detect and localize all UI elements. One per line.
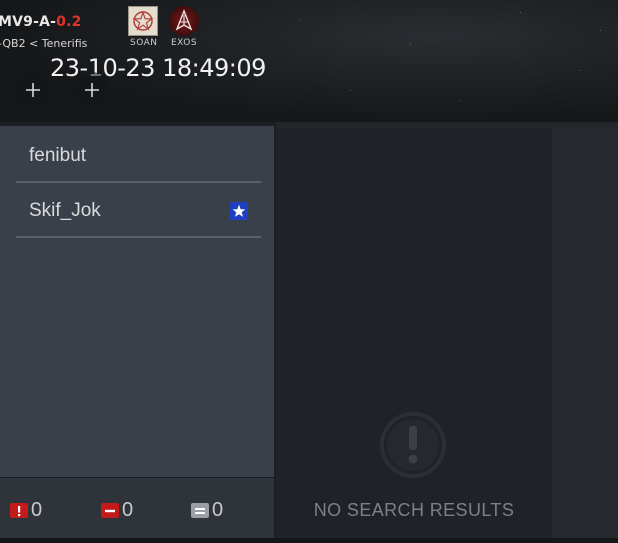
blue-star-icon bbox=[230, 202, 248, 220]
counter-value: 0 bbox=[212, 499, 224, 521]
member-name[interactable]: Skif_Jok bbox=[29, 200, 101, 222]
exclamation-red-icon bbox=[10, 503, 28, 518]
member-name[interactable]: fenibut bbox=[29, 145, 86, 167]
local-chat-window: MV9-A-0.2 -QB2 < Tenerifis SOAN EXOS 23-… bbox=[0, 0, 618, 543]
plus-icon bbox=[26, 83, 40, 97]
pentagram-emblem-icon[interactable] bbox=[128, 6, 158, 36]
neutral-counter[interactable]: 0 bbox=[191, 499, 223, 522]
counter-value: 0 bbox=[31, 499, 43, 521]
location-header: MV9-A-0.2 -QB2 < Tenerifis SOAN EXOS 23-… bbox=[0, 0, 618, 122]
counter-value: 0 bbox=[122, 499, 134, 521]
constellation-breadcrumb[interactable]: -QB2 < Tenerifis bbox=[0, 37, 87, 50]
corp-ticker: EXOS bbox=[171, 38, 198, 48]
corp-ticker: SOAN bbox=[130, 38, 158, 48]
add-button[interactable] bbox=[15, 72, 51, 108]
system-name-text[interactable]: MV9-A- bbox=[0, 14, 56, 30]
list-item[interactable]: Skif_Jok bbox=[16, 183, 261, 238]
standing-counters: 0 0 0 bbox=[0, 478, 274, 538]
equals-grey-icon bbox=[191, 503, 209, 518]
system-name[interactable]: MV9-A-0.2 bbox=[0, 14, 82, 30]
add-button[interactable] bbox=[74, 72, 110, 108]
window-bottom-edge bbox=[0, 538, 618, 543]
spire-emblem-icon[interactable] bbox=[169, 6, 199, 36]
hostile-counter[interactable]: 0 bbox=[10, 499, 42, 522]
empty-state-text: NO SEARCH RESULTS bbox=[313, 500, 515, 520]
side-strip bbox=[552, 128, 618, 538]
minus-red-icon bbox=[101, 503, 119, 518]
list-item[interactable]: fenibut bbox=[16, 128, 261, 183]
plus-icon bbox=[85, 83, 99, 97]
member-list: fenibut Skif_Jok bbox=[0, 126, 274, 477]
exclamation-circle-icon bbox=[380, 412, 446, 478]
security-status: 0.2 bbox=[56, 14, 82, 30]
bad-standing-counter[interactable]: 0 bbox=[101, 499, 133, 522]
